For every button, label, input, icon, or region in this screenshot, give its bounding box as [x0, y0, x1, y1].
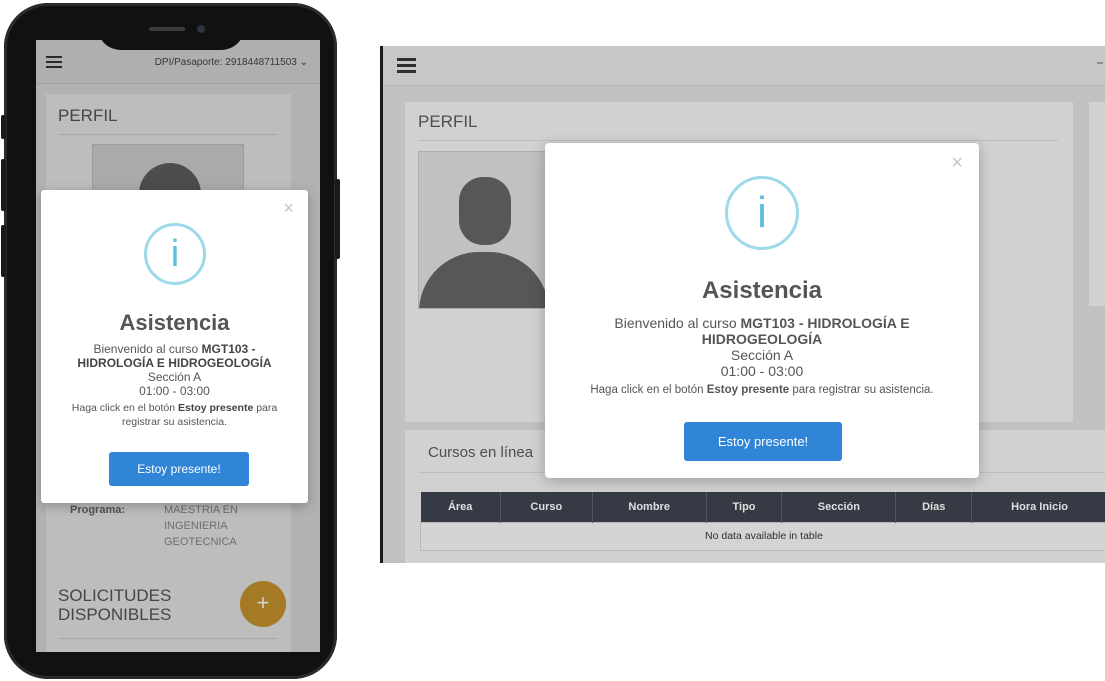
section-text: Sección A [147, 370, 202, 384]
modal-message: Bienvenido al curso MGT103 - HIDROLOGÍA … [55, 342, 294, 429]
close-icon[interactable]: × [283, 198, 294, 219]
estoy-presente-button[interactable]: Estoy presente! [109, 452, 249, 486]
desktop-screenshot: PERFIL Cursos en línea Área Curso Nombre… [380, 46, 1105, 563]
modal-message: Bienvenido al curso MGT103 - HIDROLOGÍA … [565, 315, 959, 398]
asistencia-modal: × i Asistencia Bienvenido al curso MGT10… [41, 190, 308, 503]
close-icon[interactable]: × [951, 152, 963, 175]
section-text: Sección A [730, 347, 794, 363]
phone-volume-down [1, 225, 6, 277]
estoy-presente-button[interactable]: Estoy presente! [684, 422, 842, 461]
mobile-screen: DPI/Pasaporte: 2918448711503 ⌄ PERFIL Pr… [36, 40, 320, 652]
welcome-text: Bienvenido al curso [614, 315, 741, 331]
phone-mute-switch [1, 115, 6, 139]
instruction-text: Haga click en el botón Estoy presente pa… [590, 384, 934, 396]
modal-title: Asistencia [701, 277, 823, 304]
phone-power-button [335, 179, 340, 259]
welcome-text: Bienvenido al curso [93, 342, 202, 356]
asistencia-modal: × i Asistencia Bienvenido al curso MGT10… [545, 143, 979, 478]
front-camera [197, 25, 205, 33]
info-icon: i [144, 223, 206, 285]
info-icon: i [725, 176, 799, 250]
speaker-grille [149, 27, 185, 31]
time-text: 01:00 - 03:00 [139, 384, 210, 398]
phone-mockup: DPI/Pasaporte: 2918448711503 ⌄ PERFIL Pr… [1, 3, 340, 679]
phone-notch [97, 6, 245, 50]
modal-title: Asistencia [119, 310, 230, 335]
phone-volume-up [1, 159, 6, 211]
instruction-text: Haga click en el botón Estoy presente pa… [71, 402, 278, 428]
time-text: 01:00 - 03:00 [720, 363, 804, 379]
